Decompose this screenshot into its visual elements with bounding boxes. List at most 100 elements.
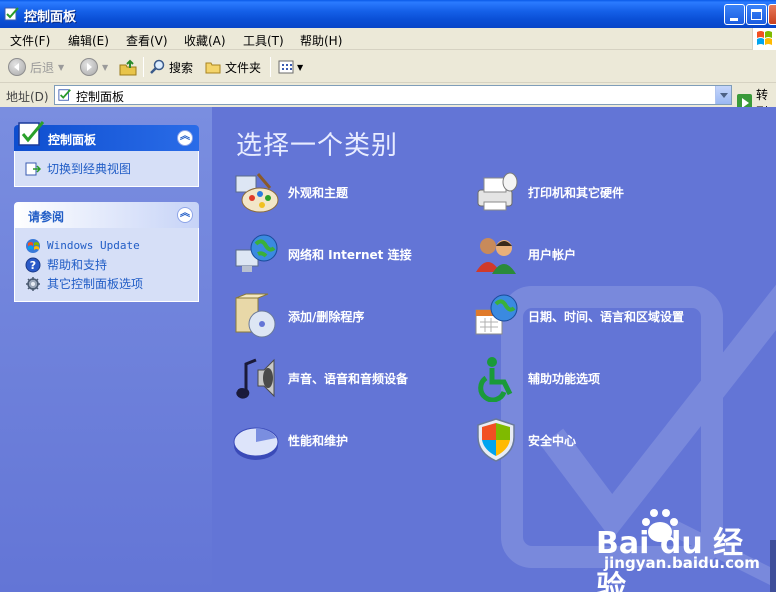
- control-panel-section-header[interactable]: 控制面板 ︽: [14, 121, 199, 151]
- category-printers-label: 打印机和其它硬件: [528, 185, 625, 200]
- security-center-icon: [477, 418, 515, 462]
- title-bar[interactable]: 控制面板: [0, 0, 776, 28]
- folders-label: 文件夹: [225, 60, 262, 75]
- category-user-accounts-label: 用户帐户: [528, 247, 577, 262]
- category-security-center-label: 安全中心: [528, 433, 577, 448]
- menu-tools[interactable]: 工具(T): [243, 32, 284, 49]
- menu-edit[interactable]: 编辑(E): [68, 32, 109, 49]
- category-performance-label: 性能和维护: [288, 433, 349, 448]
- see-also-section-header[interactable]: 请参阅 ︽: [14, 202, 199, 228]
- window-edge: [770, 540, 776, 592]
- close-button[interactable]: [768, 4, 776, 25]
- menu-help[interactable]: 帮助(H): [300, 32, 342, 49]
- users-icon: [476, 238, 516, 274]
- maximize-button[interactable]: [746, 4, 767, 25]
- category-accessibility-label: 辅助功能选项: [528, 371, 601, 386]
- gear-icon: [26, 276, 40, 291]
- category-printers[interactable]: 打印机和其它硬件: [472, 167, 624, 217]
- network-icon: [235, 234, 278, 272]
- address-bar: 地址(D) 控制面板 转到: [0, 84, 776, 119]
- forward-button[interactable]: ▼: [80, 57, 108, 77]
- date-time-icon: [475, 294, 518, 335]
- up-folder-button[interactable]: [119, 57, 137, 77]
- windows-update-icon: [26, 238, 40, 253]
- see-also-section: 请参阅 ︽ Windows Update ? 帮助和支持 其它控制面板选项: [14, 202, 199, 302]
- see-also-section-body: Windows Update ? 帮助和支持 其它控制面板选项: [14, 228, 199, 302]
- menu-view[interactable]: 查看(V): [126, 32, 168, 49]
- category-appearance[interactable]: 外观和主题: [232, 167, 348, 217]
- views-button[interactable]: ▼: [278, 57, 303, 77]
- switch-to-classic-view-label: 切换到经典视图: [47, 162, 132, 176]
- help-and-support-link[interactable]: ? 帮助和支持: [25, 255, 188, 274]
- switch-to-classic-view-link[interactable]: 切换到经典视图: [25, 159, 188, 178]
- back-button[interactable]: 后退 ▼: [8, 57, 64, 77]
- see-also-section-title: 请参阅: [28, 210, 65, 224]
- address-dropdown-button[interactable]: [715, 86, 731, 104]
- search-label: 搜索: [169, 60, 194, 75]
- address-value: 控制面板: [76, 90, 125, 104]
- category-performance[interactable]: 性能和维护: [232, 415, 348, 465]
- collapse-chevron-icon[interactable]: ︽: [177, 207, 193, 223]
- other-control-panel-options-label: 其它控制面板选项: [47, 277, 144, 291]
- category-date-time-language[interactable]: 日期、时间、语言和区域设置: [472, 291, 684, 341]
- menu-file[interactable]: 文件(F): [10, 32, 50, 49]
- search-icon: [150, 59, 165, 74]
- classic-view-icon: [25, 162, 41, 175]
- category-appearance-label: 外观和主题: [288, 185, 349, 200]
- up-folder-icon: [119, 59, 137, 76]
- category-security-center[interactable]: 安全中心: [472, 415, 576, 465]
- address-label: 地址(D): [6, 90, 49, 104]
- address-input[interactable]: 控制面板: [54, 85, 732, 105]
- category-date-time-language-label: 日期、时间、语言和区域设置: [528, 309, 685, 324]
- svg-text:?: ?: [30, 259, 36, 272]
- back-arrow-icon: [8, 58, 26, 76]
- control-panel-section: 控制面板 ︽ 切换到经典视图: [14, 121, 199, 187]
- toolbar-separator: [143, 57, 144, 77]
- category-accessibility[interactable]: 辅助功能选项: [472, 353, 600, 403]
- category-add-remove-programs[interactable]: 添加/删除程序: [232, 291, 364, 341]
- folder-icon: [205, 62, 221, 74]
- back-label: 后退: [30, 60, 55, 75]
- windows-update-label: Windows Update: [47, 239, 140, 252]
- category-sound[interactable]: 声音、语音和音频设备: [232, 353, 408, 403]
- views-grid-icon: [278, 60, 294, 74]
- control-panel-icon: [58, 89, 71, 101]
- baidu-url: jingyan.baidu.com: [604, 554, 760, 572]
- category-network-label: 网络和 Internet 连接: [288, 247, 412, 262]
- sound-icon: [236, 358, 275, 399]
- help-icon: ?: [25, 257, 41, 272]
- control-panel-section-body: 切换到经典视图: [14, 151, 199, 187]
- chevron-down-icon: ▼: [102, 62, 109, 72]
- search-button[interactable]: 搜索: [150, 57, 193, 77]
- toolbar-separator: [270, 57, 271, 77]
- collapse-chevron-icon[interactable]: ︽: [177, 130, 193, 146]
- printer-icon: [477, 172, 518, 211]
- accessibility-icon: [478, 357, 513, 402]
- category-view: 选择一个类别 外观和主题 打印机和其它硬件 网络和 Internet 连接 用户…: [212, 107, 776, 592]
- menu-favorites[interactable]: 收藏(A): [184, 32, 226, 49]
- minimize-button[interactable]: [724, 4, 745, 25]
- control-panel-section-title: 控制面板: [48, 133, 97, 147]
- toolbar: 后退 ▼ ▼ 搜索 文件夹 ▼: [0, 51, 776, 83]
- window-title: 控制面板: [24, 10, 77, 25]
- windows-update-link[interactable]: Windows Update: [25, 236, 188, 255]
- baidu-watermark: Bai du 经验 jingyan.baidu.com: [596, 508, 766, 592]
- add-remove-programs-icon: [235, 293, 276, 338]
- folders-button[interactable]: 文件夹: [205, 57, 261, 77]
- control-panel-icon: [4, 7, 19, 21]
- category-add-remove-programs-label: 添加/删除程序: [288, 309, 365, 324]
- appearance-icon: [235, 173, 279, 213]
- chevron-down-icon: ▼: [58, 62, 65, 72]
- minimize-icon: [730, 18, 738, 21]
- control-panel-icon: [18, 121, 45, 146]
- performance-icon: [233, 427, 279, 460]
- category-sound-label: 声音、语音和音频设备: [288, 371, 409, 386]
- menu-bar: 文件(F) 编辑(E) 查看(V) 收藏(A) 工具(T) 帮助(H): [0, 28, 776, 50]
- other-control-panel-options-link[interactable]: 其它控制面板选项: [25, 274, 188, 293]
- maximize-icon: [751, 9, 762, 20]
- category-network[interactable]: 网络和 Internet 连接: [232, 229, 412, 279]
- help-and-support-label: 帮助和支持: [47, 258, 108, 272]
- page-heading: 选择一个类别: [236, 131, 399, 161]
- category-user-accounts[interactable]: 用户帐户: [472, 229, 576, 279]
- chevron-down-icon: ▼: [297, 62, 304, 72]
